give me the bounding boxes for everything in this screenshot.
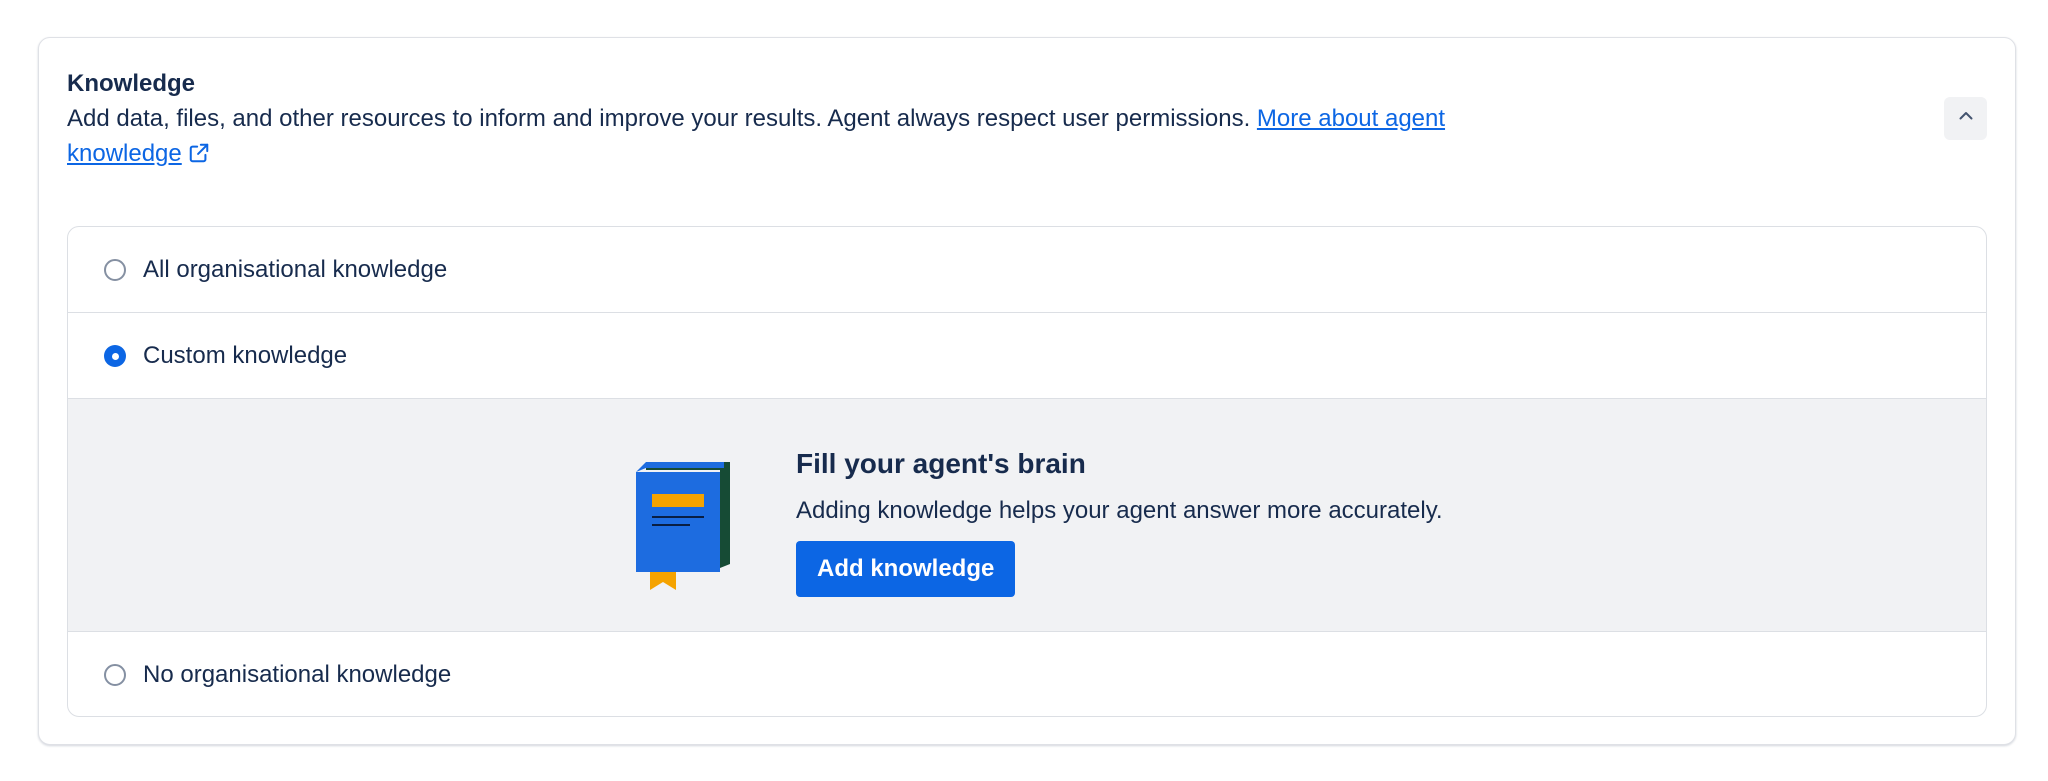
option-label: All organisational knowledge [143, 255, 448, 283]
radio-all-organisational-knowledge[interactable] [104, 258, 126, 281]
collapse-button[interactable] [1944, 97, 1987, 140]
option-no-organisational-knowledge[interactable]: No organisational knowledge [68, 632, 1986, 716]
knowledge-options: All organisational knowledge Custom know… [67, 226, 1987, 717]
knowledge-header: Knowledge Add data, files, and other res… [67, 68, 1467, 174]
custom-knowledge-empty-state: Fill your agent's brain Adding knowledge… [68, 399, 1986, 632]
radio-custom-knowledge[interactable] [104, 344, 126, 367]
chevron-up-icon [1957, 107, 1975, 130]
option-all-organisational-knowledge[interactable]: All organisational knowledge [68, 227, 1986, 313]
empty-state-description: Adding knowledge helps your agent answer… [796, 497, 1443, 524]
book-icon [634, 462, 734, 597]
section-description: Add data, files, and other resources to … [67, 101, 1467, 174]
external-link-icon [188, 139, 210, 174]
add-knowledge-button[interactable]: Add knowledge [796, 541, 1016, 597]
empty-state-title: Fill your agent's brain [796, 448, 1086, 479]
option-label: Custom knowledge [143, 341, 348, 369]
radio-no-organisational-knowledge[interactable] [104, 664, 126, 686]
knowledge-card: Knowledge Add data, files, and other res… [38, 37, 2016, 745]
empty-state-content: Fill your agent's brain Adding knowledge… [796, 447, 1443, 597]
option-custom-knowledge[interactable]: Custom knowledge [68, 313, 1986, 399]
option-label: No organisational knowledge [143, 661, 452, 688]
section-title: Knowledge [67, 70, 196, 97]
description-text: Add data, files, and other resources to … [67, 105, 1257, 132]
